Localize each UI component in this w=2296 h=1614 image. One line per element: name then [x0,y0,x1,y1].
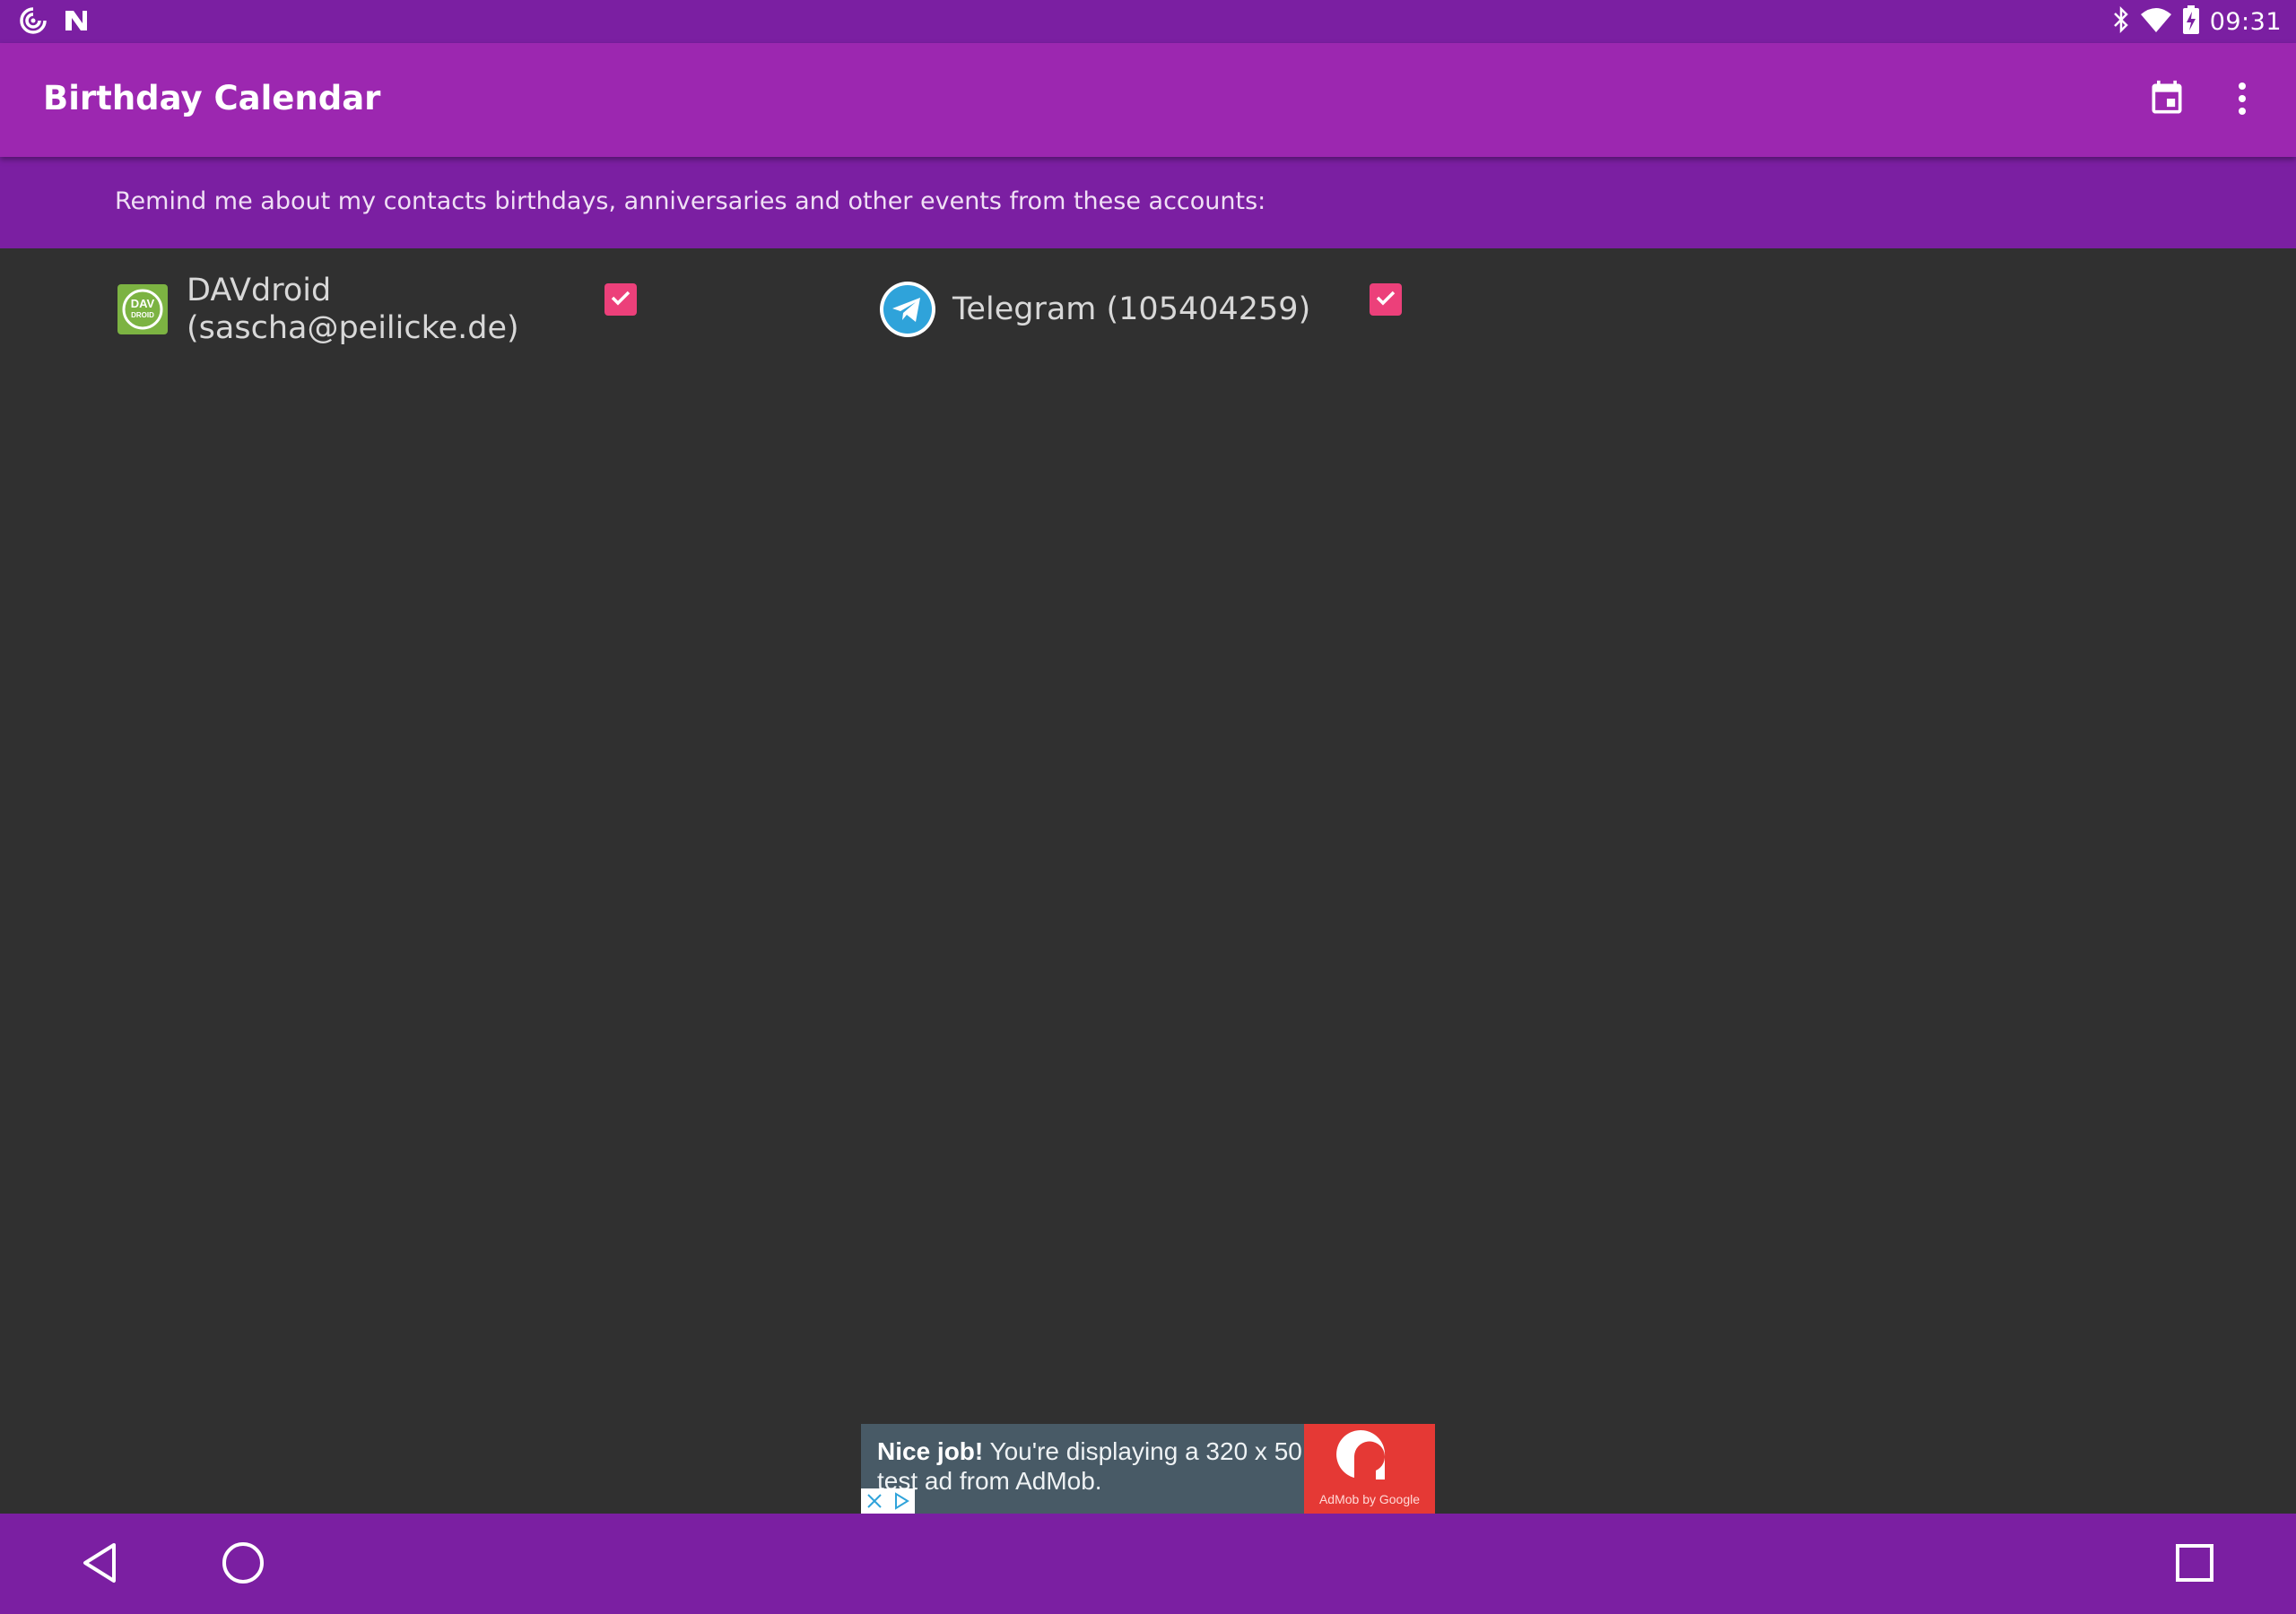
davdroid-icon: DAV DROID [117,283,169,335]
sync-icon [18,5,48,39]
check-icon [1373,285,1398,314]
admob-logo: AdMob by Google [1304,1424,1435,1514]
home-icon [221,1540,265,1589]
app-toolbar: Birthday Calendar [0,43,2296,157]
navigation-bar [0,1514,2296,1614]
account-item-davdroid[interactable]: DAV DROID DAVdroid (sascha@peilicke.de) [117,269,519,350]
ad-bold-text: Nice job! [877,1437,984,1465]
n-icon [61,5,91,39]
ad-text: Nice job! You're displaying a 320 x 50 t… [877,1436,1308,1496]
svg-text:DAV: DAV [131,297,155,310]
account-item-telegram[interactable]: Telegram (105404259) [879,269,1310,350]
admob-caption: AdMob by Google [1318,1492,1421,1506]
account-name: Telegram (105404259) [952,291,1311,327]
open-calendar-button[interactable] [2142,75,2192,126]
account-name-line1: DAVdroid [187,273,332,308]
overflow-menu-button[interactable] [2217,75,2267,126]
ad-banner[interactable]: Nice job! You're displaying a 320 x 50 t… [861,1424,1435,1514]
ad-close-icon[interactable] [861,1488,888,1514]
status-bar: 09:31 [0,0,2296,43]
instructions-banner: Remind me about my contacts birthdays, a… [0,157,2296,248]
recents-button[interactable] [2163,1533,2226,1596]
more-vert-icon [2237,81,2248,120]
account-name-line2: (sascha@peilicke.de) [187,310,519,346]
recents-icon [2175,1543,2214,1586]
adchoices-icon[interactable] [888,1488,915,1514]
bluetooth-icon [2111,4,2131,39]
wifi-icon [2140,5,2172,38]
calendar-icon [2147,79,2187,122]
instructions-text: Remind me about my contacts birthdays, a… [115,187,1266,215]
back-icon [80,1541,119,1588]
check-icon [608,285,633,314]
admob-logo-icon [1336,1429,1386,1480]
svg-text:DROID: DROID [131,311,154,319]
back-button[interactable] [68,1533,131,1596]
home-button[interactable] [212,1533,274,1596]
app-title: Birthday Calendar [43,79,381,117]
telegram-checkbox[interactable] [1370,283,1402,316]
davdroid-checkbox[interactable] [604,283,637,316]
status-time: 09:31 [2209,7,2282,36]
battery-charging-icon [2181,4,2201,39]
telegram-icon [879,281,936,338]
